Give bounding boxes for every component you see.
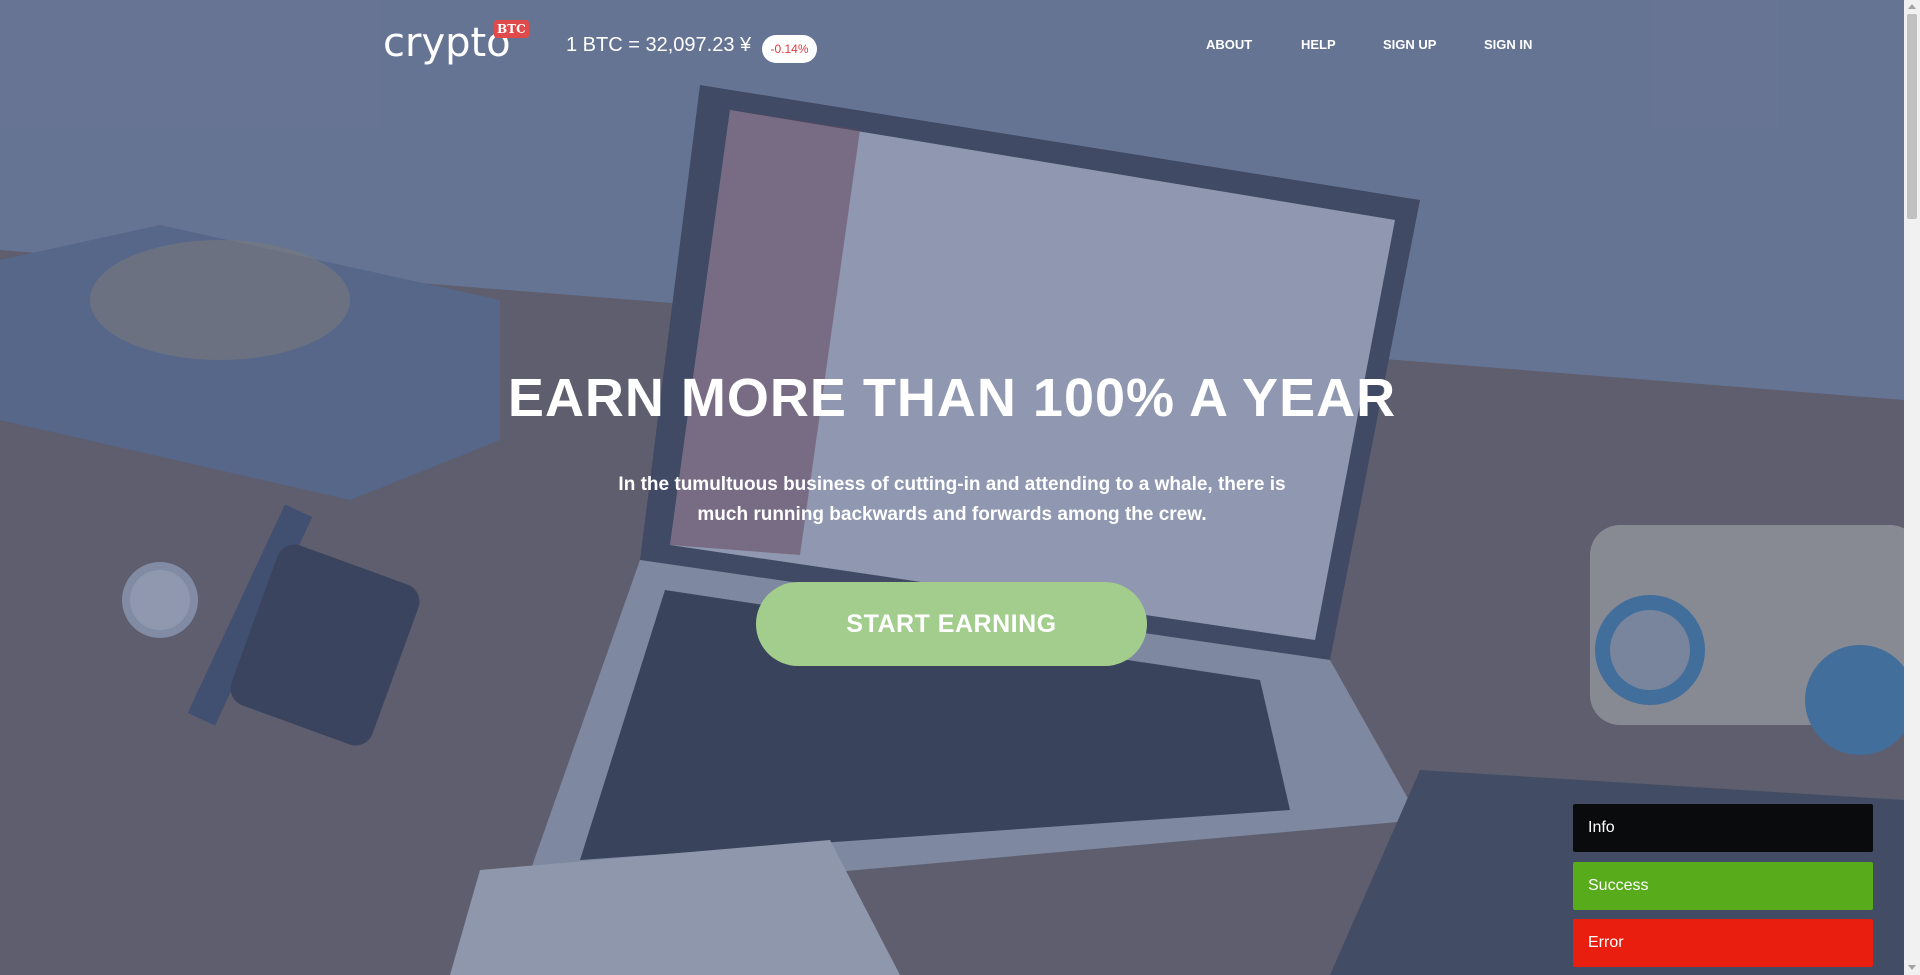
page-scrollbar[interactable] xyxy=(1904,0,1920,975)
toast-info[interactable]: Info xyxy=(1573,804,1873,852)
scroll-down-arrow-icon[interactable] xyxy=(1908,965,1916,970)
toast-success[interactable]: Success xyxy=(1573,862,1873,910)
logo-text: crypto xyxy=(383,20,511,66)
nav-help[interactable]: HELP xyxy=(1301,36,1336,54)
toast-error[interactable]: Error xyxy=(1573,919,1873,967)
nav-sign-up[interactable]: SIGN UP xyxy=(1383,36,1436,54)
scroll-up-arrow-icon[interactable] xyxy=(1908,4,1916,9)
landing-page: crypto BTC 1 BTC = 32,097.23 ¥ -0.14% AB… xyxy=(0,0,1920,975)
btc-rate: 1 BTC = 32,097.23 ¥ xyxy=(566,34,752,56)
nav-about[interactable]: ABOUT xyxy=(1206,36,1252,54)
logo[interactable]: crypto BTC xyxy=(383,18,529,68)
rate-change-badge: -0.14% xyxy=(762,35,817,63)
scroll-thumb[interactable] xyxy=(1907,14,1917,219)
hero-subtitle: In the tumultuous business of cutting-in… xyxy=(618,474,1286,525)
nav-sign-in[interactable]: SIGN IN xyxy=(1484,36,1532,54)
hero-title: EARN MORE THAN 100% A YEAR xyxy=(507,368,1397,428)
start-earning-button[interactable]: START EARNING xyxy=(756,582,1147,666)
logo-badge: BTC xyxy=(494,20,529,38)
